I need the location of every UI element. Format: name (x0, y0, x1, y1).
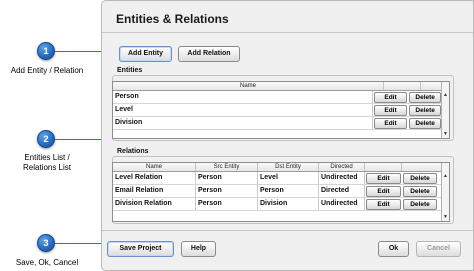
callout-badge-3: 3 (37, 234, 55, 252)
entity-name-cell: Level (113, 104, 373, 116)
scroll-down-icon[interactable]: ▼ (442, 213, 449, 221)
delete-button[interactable]: Delete (409, 92, 441, 103)
relations-group-label: Relations (117, 148, 149, 155)
relations-group: Name Src Entity Dst Entity Directed Leve… (112, 156, 454, 224)
callout-badge-2: 2 (37, 130, 55, 148)
delete-button[interactable]: Delete (409, 105, 441, 116)
relation-name-cell: Email Relation (113, 185, 196, 197)
relations-col-src[interactable]: Src Entity (196, 163, 258, 171)
edit-button[interactable]: Edit (366, 173, 401, 184)
ok-button[interactable]: Ok (378, 241, 409, 257)
table-row[interactable]: Division Edit Delete (113, 117, 442, 130)
delete-button[interactable]: Delete (403, 173, 437, 184)
add-relation-button[interactable]: Add Relation (178, 46, 240, 62)
relation-src-cell: Person (196, 172, 258, 184)
relations-col-edit (365, 163, 402, 171)
relation-src-cell: Person (196, 198, 258, 210)
relations-table: Name Src Entity Dst Entity Directed Leve… (112, 162, 450, 222)
table-row[interactable]: Division Relation Person Division Undire… (113, 198, 442, 211)
relation-src-cell: Person (196, 185, 258, 197)
relations-col-directed[interactable]: Directed (319, 163, 365, 171)
help-button[interactable]: Help (181, 241, 216, 257)
relation-directed-cell: Directed (319, 185, 365, 197)
edit-button[interactable]: Edit (373, 118, 408, 129)
entities-table: Name Person Edit Delete Level Edit Delet… (112, 81, 450, 139)
entities-group-label: Entities (117, 67, 143, 74)
callout-label-1: Add Entity / Relation (10, 66, 84, 75)
cancel-button[interactable]: Cancel (416, 241, 461, 257)
relations-table-header: Name Src Entity Dst Entity Directed (113, 163, 442, 172)
callout-label-2-line2: Relations List (22, 163, 72, 172)
table-row[interactable]: Level Edit Delete (113, 104, 442, 117)
footer-divider (102, 230, 473, 231)
relation-dst-cell: Level (258, 172, 319, 184)
callout-badge-1: 1 (37, 42, 55, 60)
scroll-down-icon[interactable]: ▼ (442, 130, 449, 138)
entities-col-delete (421, 82, 442, 90)
entity-name-cell: Person (113, 91, 373, 103)
table-row[interactable]: Level Relation Person Level Undirected E… (113, 172, 442, 185)
edit-button[interactable]: Edit (366, 186, 401, 197)
relations-col-dst[interactable]: Dst Entity (258, 163, 319, 171)
table-row[interactable]: Person Edit Delete (113, 91, 442, 104)
scroll-up-icon[interactable]: ▲ (442, 172, 449, 180)
entities-col-name[interactable]: Name (113, 82, 384, 90)
add-entity-button[interactable]: Add Entity (119, 46, 172, 62)
relations-col-delete (402, 163, 442, 171)
entities-table-header: Name (113, 82, 442, 91)
relations-col-name[interactable]: Name (113, 163, 196, 171)
delete-button[interactable]: Delete (409, 118, 441, 129)
title-divider (102, 32, 473, 33)
dialog-title: Entities & Relations (116, 12, 229, 26)
entities-relations-dialog: Entities & Relations Add Entity Add Rela… (101, 0, 474, 271)
relation-directed-cell: Undirected (319, 172, 365, 184)
callout-label-2-line1: Entities List / (24, 153, 70, 162)
relation-name-cell: Level Relation (113, 172, 196, 184)
edit-button[interactable]: Edit (373, 92, 408, 103)
relation-directed-cell: Undirected (319, 198, 365, 210)
delete-button[interactable]: Delete (403, 186, 437, 197)
callout-line-3 (55, 243, 107, 244)
edit-button[interactable]: Edit (366, 199, 401, 210)
callout-label-2: Entities List / Relations List (3, 153, 91, 173)
delete-button[interactable]: Delete (403, 199, 437, 210)
edit-button[interactable]: Edit (373, 105, 408, 116)
entities-scrollbar[interactable]: ▲ ▼ (441, 82, 449, 138)
entity-name-cell: Division (113, 117, 373, 129)
relation-dst-cell: Person (258, 185, 319, 197)
callout-line-1 (55, 51, 107, 52)
relation-dst-cell: Division (258, 198, 319, 210)
relations-scrollbar[interactable]: ▲ ▼ (441, 163, 449, 221)
callout-line-2 (55, 139, 107, 140)
entities-group: Name Person Edit Delete Level Edit Delet… (112, 75, 454, 141)
table-row[interactable]: Email Relation Person Person Directed Ed… (113, 185, 442, 198)
scroll-up-icon[interactable]: ▲ (442, 91, 449, 99)
relation-name-cell: Division Relation (113, 198, 196, 210)
save-project-button[interactable]: Save Project (107, 241, 174, 257)
callout-label-3: Save, Ok, Cancel (15, 258, 79, 267)
entities-col-edit (384, 82, 421, 90)
